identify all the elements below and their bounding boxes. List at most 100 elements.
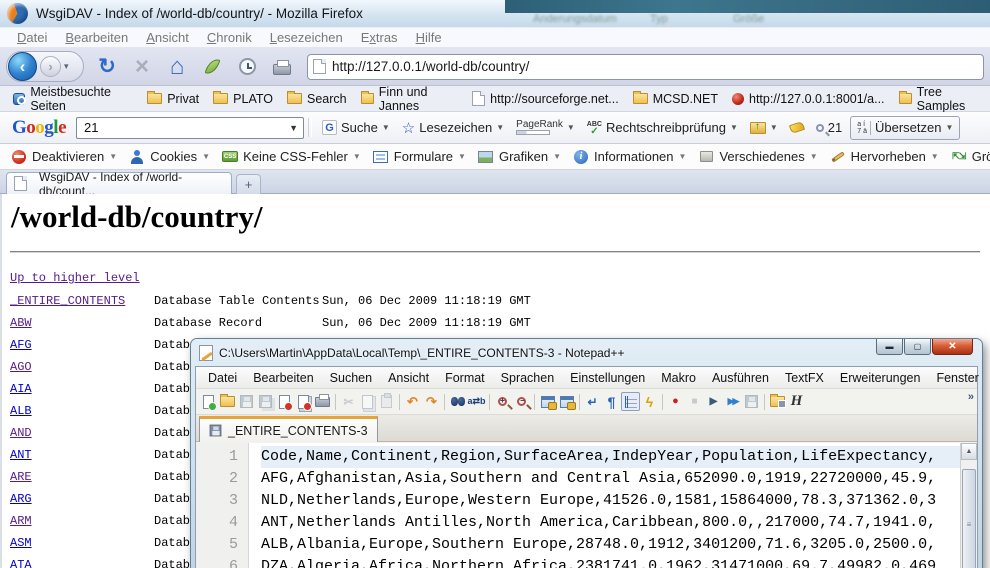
save-macro-icon[interactable] bbox=[742, 392, 761, 411]
webdev-keine-css-fehler[interactable]: CSSKeine CSS-Fehler▼ bbox=[216, 149, 367, 165]
up-to-higher-level-link[interactable]: Up to higher level bbox=[10, 271, 140, 285]
menu-bearbeiten[interactable]: Bearbeiten bbox=[56, 30, 137, 45]
home-button[interactable]: ⌂ bbox=[165, 54, 189, 80]
bookmark-item[interactable]: Privat bbox=[140, 92, 206, 106]
webdev-gr-e[interactable]: ⇱⇲Größe▼ bbox=[945, 149, 990, 165]
history-dropdown-caret[interactable]: ▾ bbox=[64, 61, 69, 72]
google-pagerank[interactable]: PageRank▼ bbox=[510, 120, 581, 135]
bookmark-item[interactable]: MCSD.NET bbox=[626, 92, 725, 106]
firefox-titlebar[interactable]: WsgiDAV - Index of /world-db/country/ - … bbox=[0, 0, 990, 28]
npp-menu-textfx[interactable]: TextFX bbox=[777, 371, 832, 385]
listing-link-ant[interactable]: ANT bbox=[10, 448, 32, 462]
run-macro-multi-icon[interactable]: ▶▶ bbox=[723, 392, 742, 411]
menu-lesezeichen[interactable]: Lesezeichen bbox=[261, 30, 352, 45]
close-all-icon[interactable] bbox=[294, 392, 313, 411]
bookmark-item[interactable]: Tree Samples bbox=[892, 85, 990, 113]
zoom-out-icon[interactable] bbox=[512, 392, 531, 411]
npp-menu-bearbeiten[interactable]: Bearbeiten bbox=[245, 371, 321, 385]
bookmark-item[interactable]: Meistbesuchte Seiten bbox=[6, 85, 140, 113]
textfx-h-icon[interactable]: H bbox=[787, 392, 806, 411]
listing-link-asm[interactable]: ASM bbox=[10, 536, 32, 550]
menu-ansicht[interactable]: Ansicht bbox=[137, 30, 198, 45]
google-highlighter[interactable] bbox=[784, 123, 810, 132]
notepadpp-titlebar[interactable]: C:\Users\Martin\AppData\Local\Temp\_ENTI… bbox=[191, 339, 982, 366]
listing-link-_entire_contents[interactable]: _ENTIRE_CONTENTS bbox=[10, 294, 125, 308]
webdev-deaktivieren[interactable]: Deaktivieren▼ bbox=[5, 149, 123, 165]
paste-icon[interactable] bbox=[377, 392, 396, 411]
npp-menu-datei[interactable]: Datei bbox=[200, 371, 245, 385]
redo-icon[interactable]: ↷ bbox=[422, 392, 441, 411]
listing-link-aia[interactable]: AIA bbox=[10, 382, 32, 396]
function-list-icon[interactable]: ϟ bbox=[640, 392, 659, 411]
refresh-button[interactable]: ↻ bbox=[95, 54, 119, 80]
new-file-icon[interactable] bbox=[199, 392, 218, 411]
bookmark-item[interactable]: PLATO bbox=[206, 92, 280, 106]
url-bar[interactable]: http://127.0.0.1/world-db/country/ bbox=[307, 54, 984, 80]
google--bersetzen[interactable]: a í7 äÜbersetzen▼ bbox=[850, 116, 960, 140]
listing-link-afg[interactable]: AFG bbox=[10, 338, 32, 352]
search-dropdown-caret[interactable]: ▼ bbox=[289, 123, 298, 133]
stop-macro-icon[interactable]: ■ bbox=[685, 392, 704, 411]
menu-chronik[interactable]: Chronik bbox=[198, 30, 261, 45]
zoom-in-icon[interactable] bbox=[493, 392, 512, 411]
scroll-up-arrow[interactable]: ▲ bbox=[961, 443, 977, 460]
word-wrap-icon[interactable]: ↵ bbox=[583, 392, 602, 411]
history-clock-button[interactable] bbox=[235, 54, 259, 80]
webdev-informationen[interactable]: iInformationen▼ bbox=[567, 149, 692, 165]
bookmark-item[interactable]: Finn und Jannes bbox=[354, 85, 466, 113]
indent-guide-icon[interactable] bbox=[621, 392, 640, 411]
google-lesezeichen[interactable]: ☆Lesezeichen▼ bbox=[396, 119, 510, 137]
google-suche[interactable]: GSuche▼ bbox=[316, 120, 396, 135]
undo-icon[interactable]: ↶ bbox=[403, 392, 422, 411]
tab-wsgidav[interactable]: WsgiDAV - Index of /world-db/count... bbox=[6, 172, 232, 194]
show-all-chars-icon[interactable]: ¶ bbox=[602, 392, 621, 411]
sync-h-icon[interactable] bbox=[557, 392, 576, 411]
npp-menu-makro[interactable]: Makro bbox=[653, 371, 704, 385]
vertical-scrollbar[interactable]: ▲ ≡ bbox=[960, 443, 977, 568]
menu-extras[interactable]: Extras bbox=[352, 30, 407, 45]
npp-menu-erweiterungen[interactable]: Erweiterungen bbox=[832, 371, 929, 385]
menu-hilfe[interactable]: Hilfe bbox=[407, 30, 451, 45]
listing-link-and[interactable]: AND bbox=[10, 426, 32, 440]
webdev-cookies[interactable]: Cookies▼ bbox=[123, 149, 216, 165]
scrollbar-thumb[interactable]: ≡ bbox=[962, 469, 976, 568]
open-folder-icon[interactable] bbox=[218, 392, 237, 411]
forward-button[interactable]: › bbox=[40, 56, 61, 77]
back-button[interactable]: ‹ bbox=[8, 52, 37, 81]
save-icon[interactable] bbox=[237, 392, 256, 411]
listing-link-ago[interactable]: AGO bbox=[10, 360, 32, 374]
listing-link-ata[interactable]: ATA bbox=[10, 558, 32, 568]
print-icon[interactable] bbox=[313, 392, 332, 411]
npp-menu-ausf-hren[interactable]: Ausführen bbox=[704, 371, 777, 385]
menu-datei[interactable]: Datei bbox=[8, 30, 56, 45]
record-macro-icon[interactable]: ● bbox=[666, 392, 685, 411]
webdev-formulare[interactable]: Formulare▼ bbox=[367, 149, 472, 165]
npp-menu-suchen[interactable]: Suchen bbox=[322, 371, 380, 385]
listing-link-are[interactable]: ARE bbox=[10, 470, 32, 484]
cut-icon[interactable]: ✂ bbox=[339, 392, 358, 411]
google-search-input[interactable]: 21 ▼ bbox=[76, 117, 304, 139]
webdev-hervorheben[interactable]: Hervorheben▼ bbox=[824, 149, 945, 165]
npp-menu-sprachen[interactable]: Sprachen bbox=[493, 371, 563, 385]
maximize-button[interactable]: ▢ bbox=[904, 339, 931, 355]
google-21[interactable]: 21 bbox=[810, 120, 848, 135]
copy-icon[interactable] bbox=[358, 392, 377, 411]
document-tab[interactable]: _ENTIRE_CONTENTS-3 bbox=[199, 416, 378, 442]
code-text-area[interactable]: Code,Name,Continent,Region,SurfaceArea,I… bbox=[249, 443, 977, 568]
google-rechtschreibpr-fung[interactable]: ABC✓Rechtschreibprüfung▼ bbox=[581, 120, 744, 135]
webdev-verschiedenes[interactable]: Verschiedenes▼ bbox=[692, 149, 823, 165]
find-icon[interactable] bbox=[448, 392, 467, 411]
minimize-button[interactable]: ▬ bbox=[876, 339, 903, 355]
npp-menu-ansicht[interactable]: Ansicht bbox=[380, 371, 437, 385]
webdev-grafiken[interactable]: Grafiken▼ bbox=[472, 149, 567, 165]
close-button[interactable]: ✕ bbox=[932, 339, 973, 355]
close-file-icon[interactable] bbox=[275, 392, 294, 411]
toolbar-overflow-chevron[interactable]: » bbox=[968, 391, 974, 403]
bookmark-item[interactable]: http://127.0.0.1:8001/a... bbox=[725, 92, 892, 106]
replace-icon[interactable]: a⇄b bbox=[467, 392, 486, 411]
listing-link-abw[interactable]: ABW bbox=[10, 316, 32, 330]
listing-link-alb[interactable]: ALB bbox=[10, 404, 32, 418]
npp-menu-einstellungen[interactable]: Einstellungen bbox=[562, 371, 653, 385]
sage-feed-button[interactable] bbox=[200, 54, 224, 80]
sync-v-icon[interactable] bbox=[538, 392, 557, 411]
